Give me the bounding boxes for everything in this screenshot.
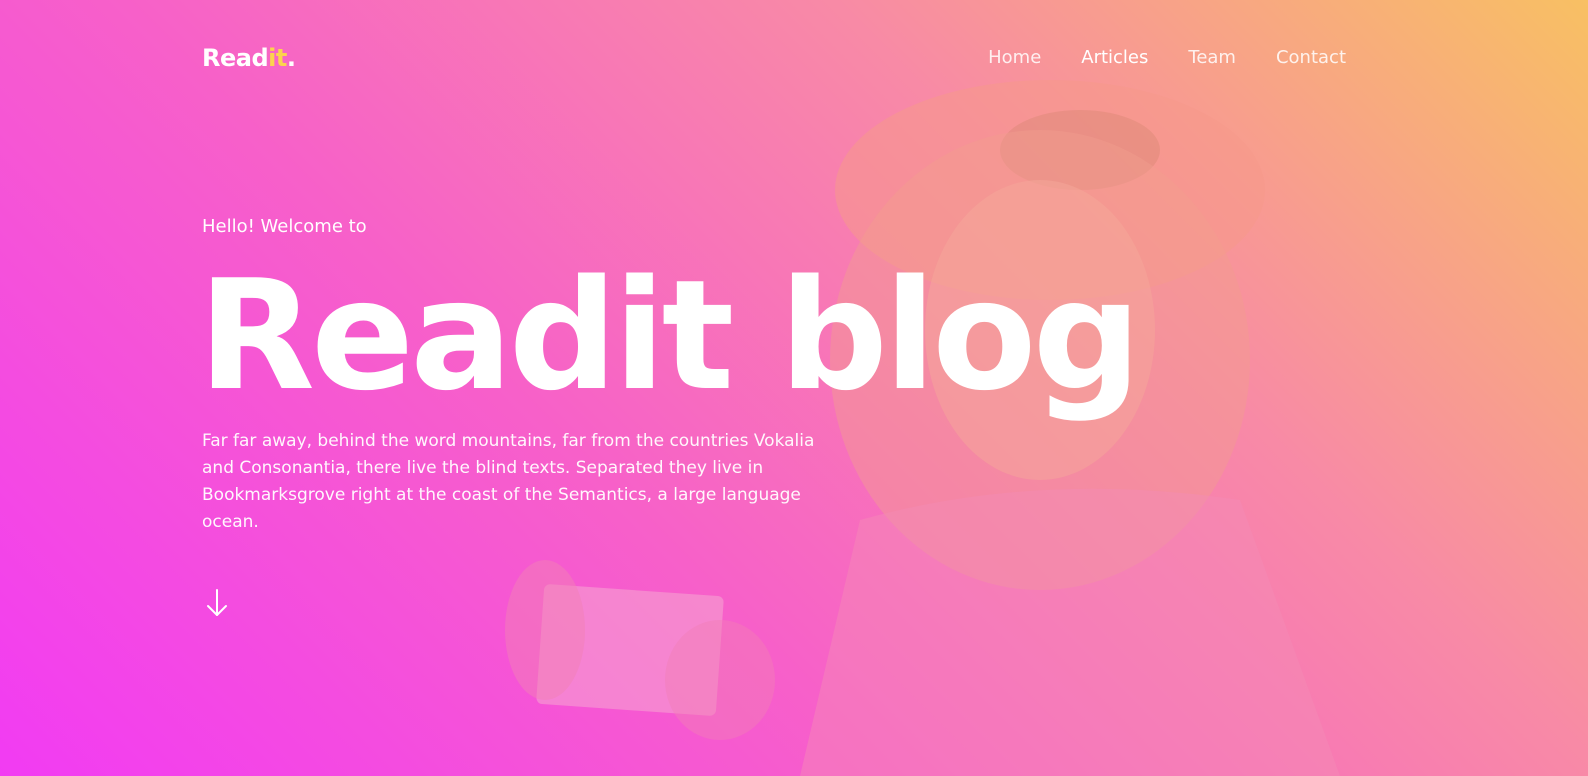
- nav-item-articles[interactable]: Articles: [1081, 44, 1148, 72]
- brand-name: Read: [202, 44, 269, 72]
- hero-section: Readit. Home Articles Team Contact Hello…: [0, 0, 1588, 776]
- top-navigation: Readit. Home Articles Team Contact: [0, 0, 1588, 116]
- nav-item-home[interactable]: Home: [988, 44, 1041, 72]
- nav-menu: Home Articles Team Contact: [988, 44, 1346, 72]
- nav-item-team[interactable]: Team: [1188, 44, 1236, 72]
- scroll-down-button[interactable]: [204, 588, 230, 618]
- arrow-down-icon: [207, 589, 227, 616]
- brand-name-accent: it: [268, 44, 287, 72]
- hero-description: Far far away, behind the word mountains,…: [202, 431, 815, 532]
- brand-logo[interactable]: Readit.: [202, 42, 296, 74]
- brand-name-dot: .: [286, 44, 296, 72]
- hero-title: Readit blog: [198, 247, 1141, 424]
- nav-item-contact[interactable]: Contact: [1276, 44, 1346, 72]
